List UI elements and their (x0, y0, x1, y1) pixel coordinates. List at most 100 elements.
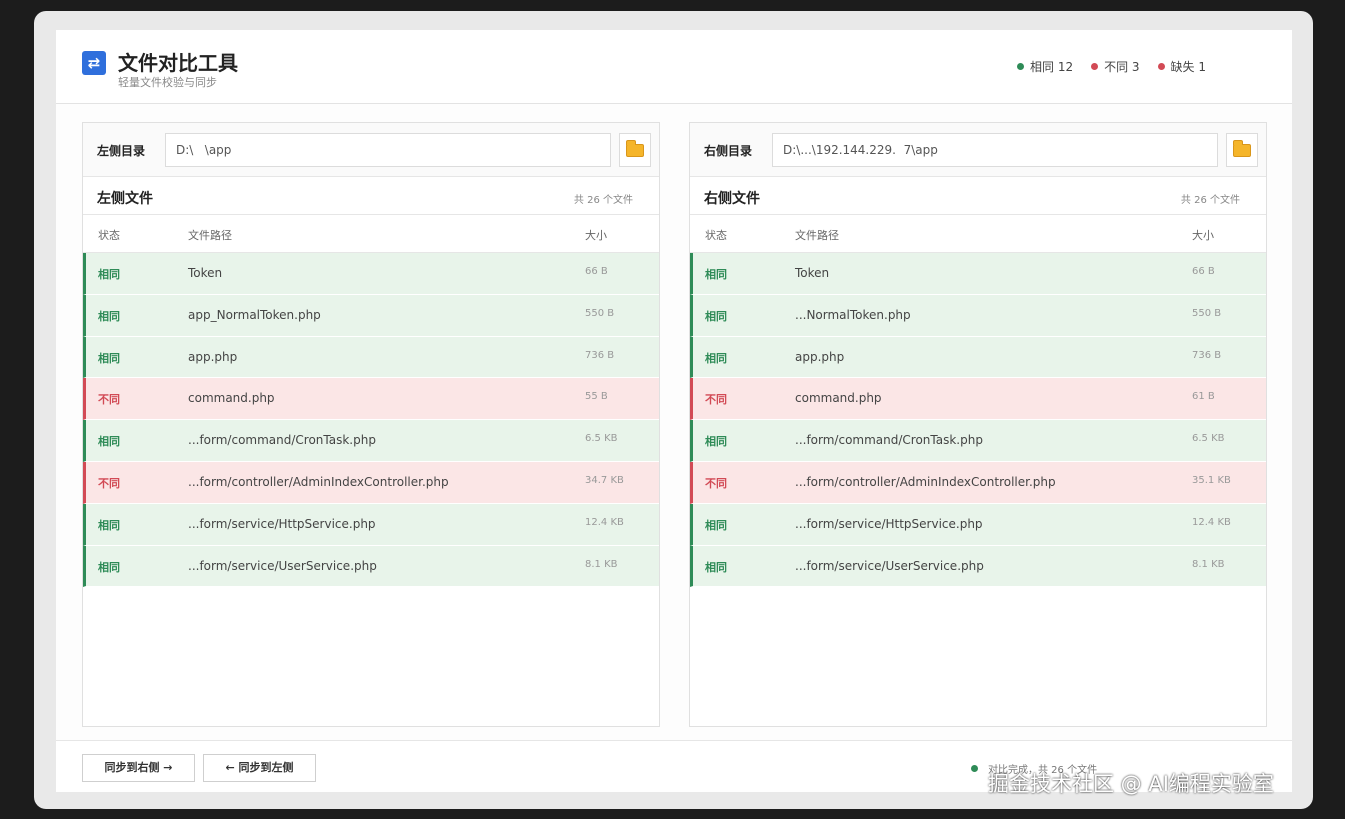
column-header-path[interactable]: 文件路径 (795, 227, 839, 243)
stat-same: 相同 12 (1017, 58, 1073, 75)
left-files-title: 左侧文件 (97, 191, 153, 207)
left-panel: 左侧目录 左侧文件 共 26 个文件 状态 文件路径 大小 相同 Token 66 … (82, 122, 660, 727)
sync-to-left-button[interactable]: ← 同步到左侧 (203, 754, 316, 782)
stat-label: 缺失 1 (1170, 60, 1206, 74)
status-dot-icon (971, 765, 978, 772)
row-size: 736 B (585, 349, 615, 361)
column-header-size[interactable]: 大小 (585, 227, 607, 243)
right-dir-label: 右侧目录 (704, 144, 753, 158)
row-path: app.php (188, 349, 238, 364)
row-status: 相同 (98, 560, 120, 574)
column-header-size[interactable]: 大小 (1192, 227, 1214, 243)
stat-dot-icon (1091, 63, 1099, 70)
column-header-path[interactable]: 文件路径 (188, 227, 232, 243)
row-status: 不同 (705, 476, 727, 490)
column-header-status[interactable]: 状态 (98, 227, 120, 243)
folder-icon (626, 139, 644, 157)
left-table-header: 状态 文件路径 大小 (83, 215, 659, 253)
row-path: ...form/controller/AdminIndexController.… (188, 474, 449, 489)
app-title: 文件对比工具 (118, 51, 238, 75)
table-row[interactable]: 不同 command.php 55 B (83, 378, 659, 421)
row-size: 6.5 KB (1192, 433, 1225, 445)
table-row[interactable]: 相同 Token 66 B (83, 253, 659, 295)
row-path: ...form/command/CronTask.php (188, 433, 376, 448)
right-browse-button[interactable] (1226, 133, 1258, 167)
right-file-list: 相同 Token 66 B 相同 ...NormalToken.php 550 B 相同 ap… (690, 253, 1266, 588)
right-dir-input[interactable] (772, 133, 1218, 167)
app-window: ⇄ 文件对比工具 轻量文件校验与同步 相同 12 不同 3 缺失 1 左侧目录 (56, 30, 1292, 792)
row-path: command.php (795, 391, 882, 406)
table-row[interactable]: 不同 ...form/controller/AdminIndexControlle… (690, 461, 1266, 504)
swap-icon: ⇄ (82, 51, 106, 75)
table-row[interactable]: 相同 app_NormalToken.php 550 B (83, 294, 659, 337)
row-status: 相同 (98, 309, 120, 323)
app-header: ⇄ 文件对比工具 轻量文件校验与同步 相同 12 不同 3 缺失 1 (56, 30, 1292, 104)
row-path: app.php (795, 349, 845, 364)
table-row[interactable]: 相同 Token 66 B (690, 253, 1266, 295)
right-dir-bar: 右侧目录 (690, 123, 1266, 177)
row-path: command.php (188, 391, 275, 406)
stat-diff: 不同 3 (1091, 58, 1140, 75)
folder-icon (1233, 139, 1251, 157)
sync-to-right-button[interactable]: 同步到右侧 → (82, 754, 195, 782)
row-status: 不同 (98, 476, 120, 490)
table-row[interactable]: 相同 ...form/command/CronTask.php 6.5 KB (690, 420, 1266, 462)
table-row[interactable]: 相同 app.php 736 B (83, 336, 659, 379)
table-row[interactable]: 相同 ...NormalToken.php 550 B (690, 294, 1266, 337)
table-row[interactable]: 不同 ...form/controller/AdminIndexControlle… (83, 461, 659, 504)
row-size: 736 B (1192, 349, 1222, 361)
row-status: 相同 (705, 268, 727, 281)
row-size: 8.1 KB (1192, 558, 1225, 570)
row-status: 相同 (98, 351, 120, 365)
table-row[interactable]: 相同 app.php 736 B (690, 336, 1266, 379)
right-table-header: 状态 文件路径 大小 (690, 215, 1266, 253)
row-path: ...form/service/UserService.php (795, 558, 984, 573)
right-panel: 右侧目录 右侧文件 共 26 个文件 状态 文件路径 大小 相同 Token 66 … (689, 122, 1267, 727)
left-dir-label: 左侧目录 (97, 144, 146, 158)
row-size: 12.4 KB (1192, 516, 1231, 528)
row-size: 61 B (1192, 391, 1215, 403)
row-path: Token (188, 266, 223, 280)
row-path: ...form/service/UserService.php (188, 558, 377, 573)
left-file-list: 相同 Token 66 B 相同 app_NormalToken.php 550 B 相同 a… (83, 253, 659, 588)
row-size: 6.5 KB (585, 433, 618, 445)
right-file-count: 共 26 个文件 (1180, 195, 1240, 206)
row-size: 55 B (585, 391, 608, 403)
row-path: ...NormalToken.php (795, 307, 911, 322)
row-size: 66 B (585, 266, 608, 277)
table-row[interactable]: 不同 command.php 61 B (690, 378, 1266, 421)
row-size: 8.1 KB (585, 558, 618, 570)
table-row[interactable]: 相同 ...form/service/UserService.php 8.1 KB (83, 545, 659, 588)
left-dir-input[interactable] (165, 133, 611, 167)
row-size: 12.4 KB (585, 516, 624, 528)
row-size: 550 B (585, 307, 615, 319)
row-size: 550 B (1192, 307, 1222, 319)
row-status: 相同 (98, 518, 120, 532)
row-status: 相同 (98, 435, 120, 449)
stat-missing: 缺失 1 (1157, 58, 1206, 75)
column-header-status[interactable]: 状态 (705, 227, 727, 243)
left-file-count: 共 26 个文件 (573, 195, 633, 206)
stats-summary: 相同 12 不同 3 缺失 1 (1017, 58, 1206, 75)
table-row[interactable]: 相同 ...form/service/HttpService.php 12.4 KB (83, 503, 659, 546)
row-path: ...form/command/CronTask.php (795, 433, 983, 448)
row-status: 相同 (705, 309, 727, 323)
table-row[interactable]: 相同 ...form/service/HttpService.php 12.4 KB (690, 503, 1266, 546)
table-row[interactable]: 相同 ...form/service/UserService.php 8.1 KB (690, 545, 1266, 588)
row-size: 34.7 KB (585, 474, 624, 486)
right-files-title: 右侧文件 (704, 191, 760, 207)
row-status: 不同 (705, 393, 727, 407)
right-files-header: 右侧文件 共 26 个文件 (690, 177, 1266, 215)
row-path: app_NormalToken.php (188, 307, 321, 322)
row-status: 不同 (98, 393, 120, 407)
row-status: 相同 (705, 435, 727, 449)
row-path: ...form/service/HttpService.php (795, 516, 983, 531)
stat-label: 不同 3 (1104, 60, 1140, 74)
row-status: 相同 (705, 560, 727, 574)
left-files-header: 左侧文件 共 26 个文件 (83, 177, 659, 215)
row-status: 相同 (705, 351, 727, 365)
left-browse-button[interactable] (619, 133, 651, 167)
left-dir-bar: 左侧目录 (83, 123, 659, 177)
table-row[interactable]: 相同 ...form/command/CronTask.php 6.5 KB (83, 420, 659, 462)
watermark: 掘金技术社区 @ AI编程实验室 (988, 772, 1274, 796)
